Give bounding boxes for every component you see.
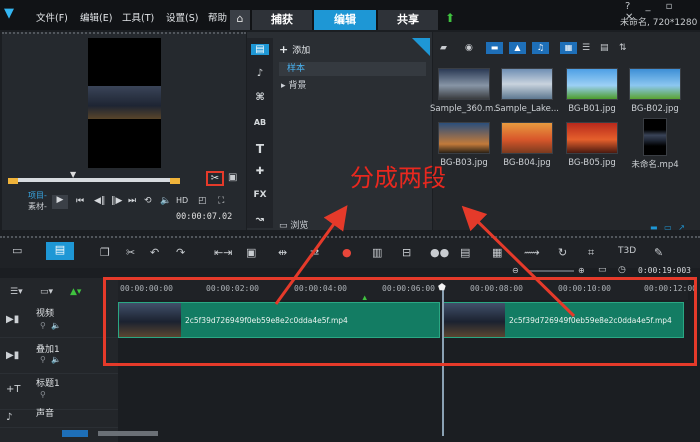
arrow-to-clip <box>461 205 576 318</box>
arrow-to-split-button <box>274 205 348 305</box>
annotation-arrows <box>274 205 576 318</box>
